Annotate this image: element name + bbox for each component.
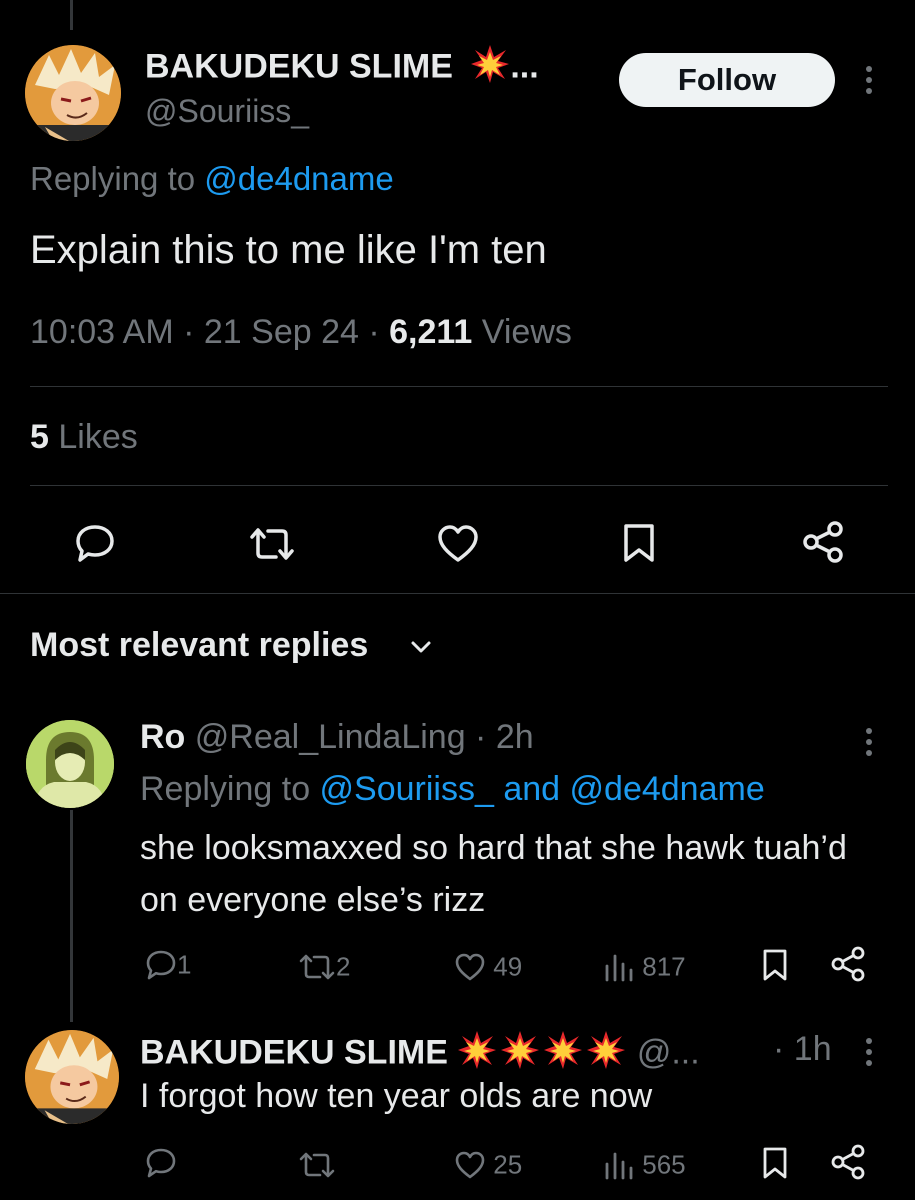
- more-options-icon[interactable]: [866, 1038, 872, 1071]
- reply-author-name[interactable]: Ro: [140, 718, 185, 756]
- replying-to-link[interactable]: @de4dname: [204, 160, 393, 197]
- divider: [30, 485, 888, 486]
- replying-to-link[interactable]: @Souriiss_: [320, 770, 494, 808]
- replying-to-line: Replying to @Souriiss_ and @de4dname: [140, 770, 765, 809]
- bookmark-icon[interactable]: [762, 948, 788, 982]
- share-icon[interactable]: [830, 1144, 866, 1180]
- views-label: Views: [472, 313, 572, 351]
- view-count[interactable]: 817: [603, 950, 686, 983]
- view-count-value: 817: [642, 951, 686, 982]
- thread-line: [70, 810, 73, 1022]
- divider: [30, 386, 888, 387]
- like-count-value: 49: [493, 951, 523, 982]
- bookmark-icon[interactable]: [623, 523, 655, 563]
- avatar[interactable]: [25, 1030, 119, 1124]
- replying-and: and: [493, 770, 570, 808]
- replies-sort-title[interactable]: Most relevant replies: [30, 626, 368, 665]
- follow-button[interactable]: Follow: [619, 53, 835, 107]
- share-icon[interactable]: [830, 946, 866, 982]
- meta-separator: ·: [465, 718, 496, 756]
- reply-count-value: 1: [177, 949, 192, 980]
- retweet-count-value: 2: [336, 951, 351, 982]
- replying-to-link[interactable]: @de4dname: [570, 770, 765, 808]
- name-overflow: ...: [510, 47, 539, 86]
- meta-separator: ·: [173, 313, 204, 351]
- replying-prefix: Replying to: [140, 770, 320, 808]
- likes-label: Likes: [48, 418, 138, 456]
- reply-text: I forgot how ten year olds are now: [140, 1077, 653, 1115]
- replying-to-line: Replying to @de4dname: [30, 160, 394, 198]
- meta-separator: ·: [773, 1030, 794, 1068]
- view-count-value: 565: [642, 1149, 686, 1180]
- reply-count[interactable]: 1: [145, 948, 191, 981]
- views-count: 6,211: [389, 313, 473, 351]
- reply-count[interactable]: [145, 1146, 177, 1179]
- likes-count: 5: [30, 418, 49, 456]
- tweet-date[interactable]: 21 Sep 24: [204, 313, 359, 351]
- likes-summary[interactable]: 5 Likes: [30, 418, 138, 457]
- retweet-icon[interactable]: [248, 527, 296, 561]
- like-count[interactable]: 25: [454, 1148, 522, 1181]
- more-options-icon[interactable]: [866, 728, 872, 761]
- author-name[interactable]: BAKUDEKU SLIME ...: [145, 44, 539, 93]
- like-count[interactable]: 49: [454, 950, 522, 983]
- avatar[interactable]: [26, 720, 114, 808]
- share-icon[interactable]: [801, 520, 845, 564]
- section-divider: [0, 593, 915, 594]
- retweet-count[interactable]: 2: [298, 950, 350, 983]
- reply-time[interactable]: 1h: [794, 1030, 832, 1068]
- tweet-text: Explain this to me like I'm ten: [30, 228, 547, 272]
- reply-author-handle[interactable]: @Real_LindaLing: [195, 718, 466, 756]
- meta-separator: ·: [358, 313, 390, 351]
- more-options-icon[interactable]: [866, 66, 872, 99]
- like-count-value: 25: [493, 1149, 523, 1180]
- retweet-count[interactable]: [298, 1148, 336, 1181]
- reply-author-name[interactable]: BAKUDEKU SLIME: [140, 1033, 448, 1071]
- chevron-down-icon[interactable]: [410, 640, 432, 659]
- reply-text: she looksmaxxed so hard that she hawk tu…: [140, 829, 847, 919]
- reply-icon[interactable]: [74, 523, 116, 563]
- reply-author-handle[interactable]: @...: [637, 1033, 700, 1071]
- thread-line-top: [70, 0, 73, 30]
- author-name-text[interactable]: BAKUDEKU SLIME: [145, 47, 453, 85]
- bookmark-icon[interactable]: [762, 1146, 788, 1180]
- collision-emoji-icon: [470, 44, 510, 93]
- author-handle[interactable]: @Souriiss_: [145, 93, 309, 130]
- tweet-meta: 10:03 AM · 21 Sep 24 · 6,211 Views: [30, 313, 572, 352]
- tweet-time[interactable]: 10:03 AM: [30, 313, 174, 351]
- heart-icon[interactable]: [437, 525, 479, 563]
- replying-prefix: Replying to: [30, 160, 205, 197]
- reply-time[interactable]: 2h: [496, 718, 534, 756]
- view-count[interactable]: 565: [603, 1148, 686, 1181]
- reply-time-group: · 1h: [773, 1030, 832, 1069]
- avatar[interactable]: [25, 45, 121, 141]
- reply-header: Ro @Real_LindaLing · 2h: [140, 718, 534, 757]
